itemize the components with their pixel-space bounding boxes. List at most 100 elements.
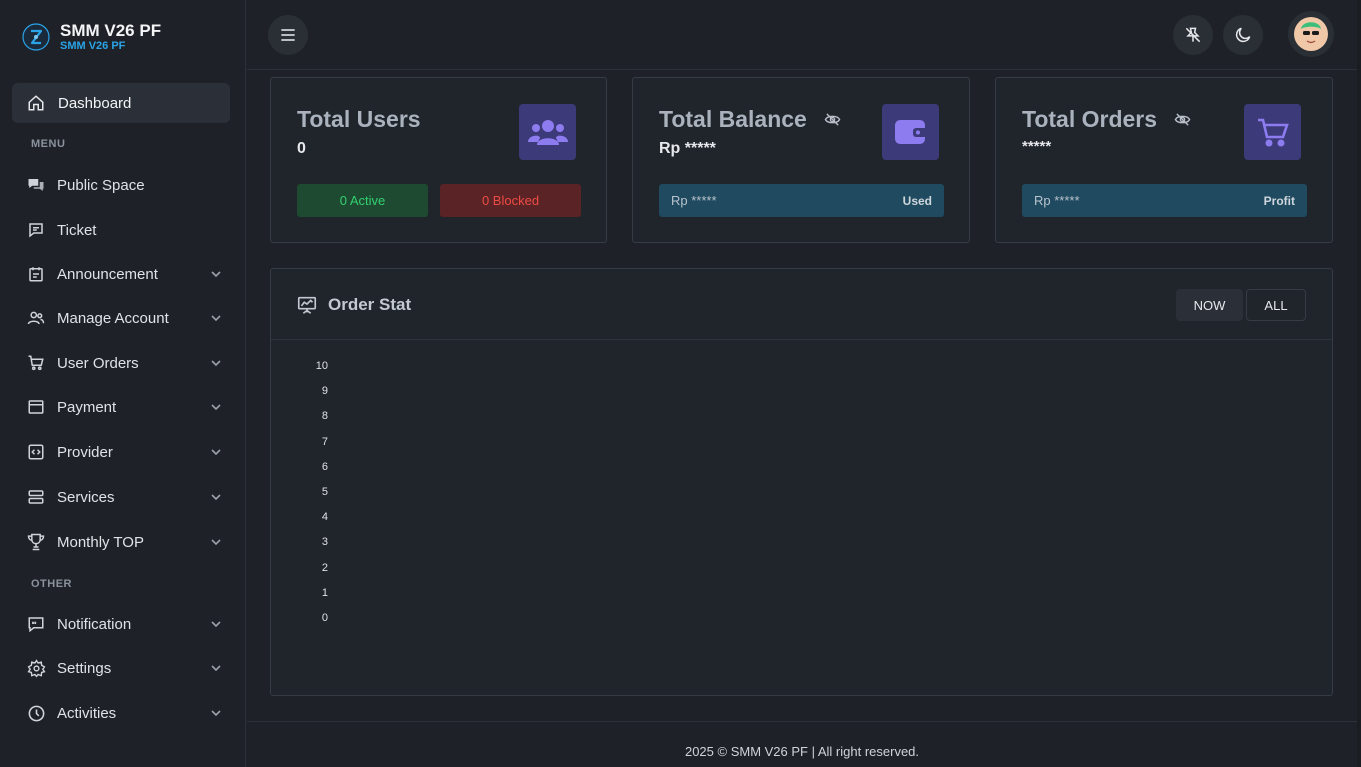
chevron-down-icon xyxy=(211,271,221,278)
total-balance-title: Total Balance xyxy=(659,106,807,132)
section-label-menu: MENU xyxy=(31,138,66,150)
sidebar-item-label: Activities xyxy=(57,704,117,722)
sidebar-item-label: Monthly TOP xyxy=(57,533,144,551)
order-stat-chart: 10 9 8 7 6 5 4 3 2 1 0 xyxy=(271,341,1332,691)
code-icon xyxy=(28,444,44,460)
order-stat-card: Order Stat NOW ALL 10 9 8 7 6 5 4 3 2 1 0 xyxy=(270,268,1333,696)
sidebar-item-label: Manage Account xyxy=(57,309,169,327)
order-stat-title: Order Stat xyxy=(296,294,411,316)
total-balance-value: Rp ***** xyxy=(659,140,716,157)
brand[interactable]: SMM V26 PF SMM V26 PF xyxy=(22,22,161,52)
card-icon-box xyxy=(882,104,939,160)
users-group-icon xyxy=(527,120,568,145)
card-icon-box xyxy=(1244,104,1301,160)
pin-off-icon xyxy=(1185,27,1201,43)
card-title: Total Orders xyxy=(1022,106,1191,133)
hamburger-icon xyxy=(281,29,295,41)
balance-bar-amount: Rp ***** xyxy=(671,193,717,208)
blocked-users-badge[interactable]: 0 Blocked xyxy=(440,184,581,217)
sidebar-item-provider[interactable]: Provider xyxy=(26,438,222,466)
y-axis-tick-label: 6 xyxy=(321,460,328,473)
topbar xyxy=(247,0,1357,70)
brand-title: SMM V26 PF xyxy=(60,21,162,40)
sidebar-item-activities[interactable]: Activities xyxy=(26,699,222,727)
presentation-chart-icon xyxy=(297,296,317,314)
chevron-down-icon xyxy=(211,621,221,628)
section-label-other: OTHER xyxy=(31,578,72,590)
sidebar-item-public-space[interactable]: Public Space xyxy=(26,171,222,199)
sidebar-item-label: Public Space xyxy=(57,176,145,194)
gear-icon xyxy=(26,658,46,678)
total-orders-value: ***** xyxy=(1022,138,1052,155)
moon-icon xyxy=(1235,27,1251,43)
window-icon xyxy=(28,400,44,414)
sidebar: SMM V26 PF SMM V26 PF Dashboard MENU Pub… xyxy=(0,0,246,767)
orders-bar-amount: Rp ***** xyxy=(1034,193,1080,208)
footer: 2025 © SMM V26 PF | All right reserved. xyxy=(247,721,1357,767)
sidebar-item-label: Provider xyxy=(57,443,113,461)
card-title: Total Balance xyxy=(659,106,841,133)
balance-used-bar: Rp ***** Used xyxy=(659,184,944,217)
y-axis-tick-label: 0 xyxy=(321,612,328,624)
chevron-down-icon xyxy=(211,404,221,411)
sidebar-item-user-orders[interactable]: User Orders xyxy=(26,349,222,377)
balance-bar-label: Used xyxy=(902,193,932,208)
sidebar-item-label: Payment xyxy=(57,398,117,416)
total-orders-card: Total Orders ***** Rp ***** Profit xyxy=(995,77,1333,243)
y-axis-tick-label: 10 xyxy=(315,360,328,372)
sidebar-item-label: Services xyxy=(57,488,115,506)
sidebar-item-manage-account[interactable]: Manage Account xyxy=(26,304,222,332)
chevron-down-icon xyxy=(211,360,221,367)
sidebar-item-ticket[interactable]: Ticket xyxy=(26,216,222,244)
sidebar-item-monthly-top[interactable]: Monthly TOP xyxy=(26,528,222,556)
y-axis-tick-label: 2 xyxy=(321,561,328,574)
sidebar-item-settings[interactable]: Settings xyxy=(26,654,222,682)
orders-profit-bar: Rp ***** Profit xyxy=(1022,184,1307,217)
y-axis-tick-label: 4 xyxy=(321,511,328,524)
sidebar-item-label: Ticket xyxy=(57,221,97,239)
eye-off-icon[interactable] xyxy=(1174,111,1191,128)
sidebar-item-dashboard[interactable]: Dashboard xyxy=(12,83,230,123)
pin-toggle-button[interactable] xyxy=(1173,15,1213,55)
chevron-down-icon xyxy=(211,710,221,717)
card-title: Total Users xyxy=(297,106,421,133)
y-axis-tick-label: 5 xyxy=(321,486,328,498)
card-icon-box xyxy=(519,104,576,160)
active-users-badge[interactable]: 0 Active xyxy=(297,184,428,217)
menu-toggle-button[interactable] xyxy=(268,15,308,55)
sidebar-item-label: User Orders xyxy=(57,354,139,372)
sidebar-item-label: Dashboard xyxy=(58,94,132,112)
chevron-down-icon xyxy=(211,449,221,456)
sidebar-item-services[interactable]: Services xyxy=(26,483,222,511)
theme-toggle-button[interactable] xyxy=(1223,15,1263,55)
avatar[interactable] xyxy=(1288,11,1334,57)
total-orders-title: Total Orders xyxy=(1022,106,1158,132)
user-avatar-icon xyxy=(1294,17,1328,51)
sidebar-item-notification[interactable]: Notification xyxy=(26,610,222,638)
total-users-title: Total Users xyxy=(297,106,421,132)
home-icon xyxy=(28,95,44,111)
tab-all[interactable]: ALL xyxy=(1246,289,1306,321)
total-users-value: 0 xyxy=(297,140,306,157)
y-axis-tick-label: 9 xyxy=(321,385,328,398)
tab-now[interactable]: NOW xyxy=(1176,289,1243,321)
chevron-down-icon xyxy=(211,494,221,501)
orders-bar-label: Profit xyxy=(1263,193,1295,208)
chevron-down-icon xyxy=(211,539,221,546)
eye-off-icon[interactable] xyxy=(824,111,841,128)
brand-logo-icon xyxy=(22,23,50,51)
order-stat-title-text: Order Stat xyxy=(328,295,412,314)
order-stat-header: Order Stat NOW ALL xyxy=(271,269,1332,340)
sidebar-item-announcement[interactable]: Announcement xyxy=(26,260,222,288)
y-axis-tick-label: 1 xyxy=(321,586,328,599)
quote-icon xyxy=(28,617,44,633)
trophy-icon xyxy=(27,533,45,551)
chat-icon xyxy=(28,179,44,191)
sidebar-item-label: Announcement xyxy=(57,265,158,283)
server-icon xyxy=(28,490,44,504)
page-scrollbar[interactable] xyxy=(1357,0,1361,767)
y-axis-tick-label: 3 xyxy=(321,536,328,549)
total-balance-card: Total Balance Rp ***** Rp ***** Used xyxy=(632,77,970,243)
calendar-icon xyxy=(29,267,43,282)
sidebar-item-payment[interactable]: Payment xyxy=(26,393,222,421)
